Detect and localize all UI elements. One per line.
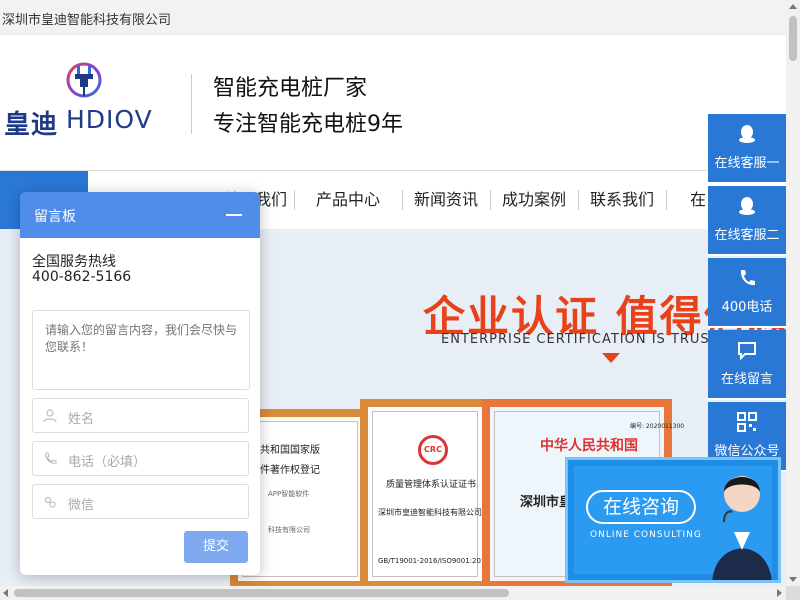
logo-text-cn: 皇迪 — [4, 110, 59, 140]
message-icon — [738, 342, 756, 360]
horizontal-scrollbar[interactable] — [0, 586, 786, 600]
sidebar-item-label: 400电话 — [721, 300, 773, 315]
cert-text: 中华人民共和国 — [540, 438, 638, 454]
header-divider — [191, 74, 192, 134]
sidebar-item-label: 在线客服一 — [714, 156, 780, 171]
nav-item-label: 在线留言 — [690, 190, 707, 209]
banner-arrow-down-icon — [602, 353, 620, 363]
cert-text: 共和国国家版 — [260, 445, 320, 456]
nav-item-news[interactable]: 新闻资讯 — [412, 171, 480, 229]
sidebar-item-label: 在线客服二 — [714, 228, 780, 243]
cert-text: APP智能软件 — [268, 490, 310, 498]
nav-separator — [578, 190, 579, 210]
nav-item-contact[interactable]: 联系我们 — [588, 171, 656, 229]
logo-text-en: HDIOV — [66, 105, 153, 134]
scroll-right-arrow-icon[interactable] — [777, 589, 782, 597]
nav-item-guestbook[interactable]: 在线留言 — [676, 171, 708, 229]
hotline-number: 400-862-5166 — [32, 269, 132, 285]
phone-icon — [45, 452, 57, 464]
nav-top-border — [0, 170, 786, 171]
slogan-line-2: 专注智能充电桩9年 — [213, 112, 403, 137]
hotline-label: 全国服务热线 — [32, 254, 116, 270]
wechat-placeholder: 微信 — [68, 498, 95, 513]
minimize-icon[interactable] — [226, 214, 242, 216]
name-placeholder: 姓名 — [68, 412, 95, 427]
cert-text: 科技有限公司 — [268, 526, 310, 534]
customer-service-agent-icon — [712, 476, 772, 580]
qq-icon — [739, 197, 755, 215]
nav-item-label: 联系我们 — [589, 190, 654, 209]
cert-text: GB/T19001-2016/ISO9001:2015 — [378, 557, 490, 565]
horizontal-scroll-thumb[interactable] — [14, 589, 509, 597]
top-bar: 深圳市皇迪智能科技有限公司 — [0, 0, 786, 35]
scroll-up-arrow-icon[interactable] — [789, 4, 797, 9]
message-textarea[interactable] — [32, 310, 250, 390]
user-icon — [43, 409, 57, 423]
message-board-widget: 留言板 全国服务热线 400-862-5166 姓名 电话（必填） 微信 提交 — [20, 192, 260, 575]
nav-separator — [666, 190, 667, 210]
nav-item-label: 产品中心 — [315, 190, 380, 209]
top-bar-text: 深圳市皇迪智能科技有限公司 — [2, 13, 172, 28]
nav-item-cases[interactable]: 成功案例 — [500, 171, 568, 229]
scrollbar-corner — [786, 586, 800, 600]
name-input[interactable]: 姓名 — [32, 398, 249, 433]
slogan-line-1: 智能充电桩厂家 — [213, 76, 368, 101]
message-board-title: 留言板 — [34, 209, 76, 225]
consult-title: 在线咨询 — [586, 490, 696, 524]
nav-separator — [402, 190, 403, 210]
crc-seal-icon: CRC — [418, 435, 448, 465]
site-logo[interactable]: 皇迪 HDIOV — [4, 60, 164, 140]
qrcode-icon — [737, 412, 757, 432]
nav-separator — [490, 190, 491, 210]
vertical-scroll-thumb[interactable] — [789, 16, 797, 61]
sidebar-item-label: 在线留言 — [720, 372, 773, 387]
cert-text: 编号: 2020011300 — [630, 423, 685, 430]
qq-icon — [739, 125, 755, 143]
plug-logo-icon — [66, 62, 102, 98]
cert-text: 质量管理体系认证证书 — [386, 480, 477, 490]
nav-item-label: 成功案例 — [501, 190, 566, 209]
nav-item-products[interactable]: 产品中心 — [304, 171, 392, 229]
sidebar-item-qq-1[interactable]: 在线客服一 — [708, 114, 786, 184]
submit-button[interactable]: 提交 — [184, 531, 248, 563]
cert-text: 深圳市皇迪智能科技有限公司 — [378, 508, 482, 517]
phone-icon — [740, 270, 755, 286]
sidebar-item-message[interactable]: 在线留言 — [708, 330, 786, 400]
scroll-left-arrow-icon[interactable] — [3, 589, 8, 597]
wechat-icon — [44, 496, 56, 508]
online-consult-banner[interactable]: 在线咨询 ONLINE CONSULTING — [565, 457, 781, 583]
vertical-scrollbar[interactable] — [786, 0, 800, 586]
phone-placeholder: 电话（必填） — [68, 455, 147, 470]
nav-separator — [294, 190, 295, 210]
cert-text: 件著作权登记 — [260, 465, 320, 476]
certificate-iso9001: CRC 质量管理体系认证证书 深圳市皇迪智能科技有限公司 GB/T19001-2… — [360, 399, 490, 586]
message-board-header: 留言板 — [20, 192, 260, 238]
consult-subtitle: ONLINE CONSULTING — [590, 530, 702, 540]
phone-input[interactable]: 电话（必填） — [32, 441, 249, 476]
wechat-input[interactable]: 微信 — [32, 484, 249, 519]
scroll-down-arrow-icon[interactable] — [789, 577, 797, 582]
nav-item-label: 新闻资讯 — [413, 190, 478, 209]
sidebar-item-qq-2[interactable]: 在线客服二 — [708, 186, 786, 256]
sidebar-item-phone[interactable]: 400电话 — [708, 258, 786, 328]
